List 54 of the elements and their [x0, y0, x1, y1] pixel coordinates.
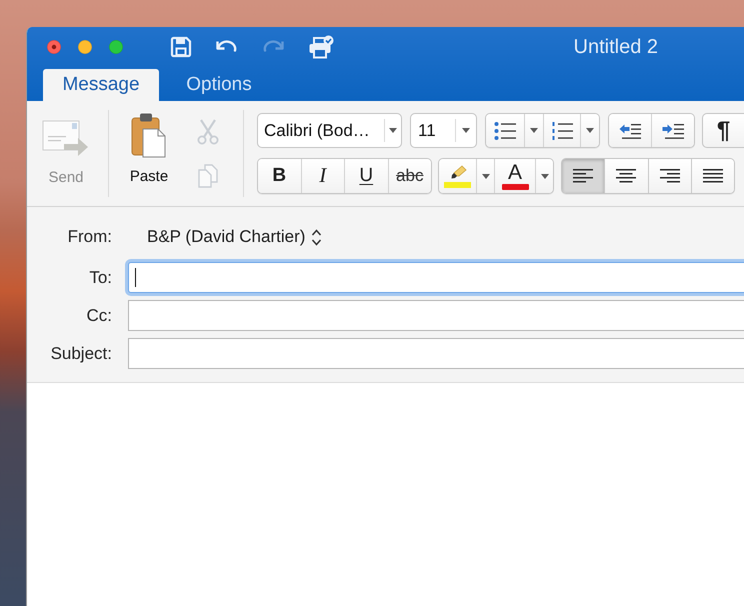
- field-label: From:: [66, 226, 112, 248]
- bullet-list-icon: [494, 122, 516, 140]
- field-label: To:: [88, 266, 112, 289]
- align-center-icon: [616, 169, 636, 183]
- printer-check-icon[interactable]: [308, 35, 334, 59]
- align-center-button[interactable]: [604, 159, 648, 193]
- field-label: Subject:: [50, 342, 112, 365]
- align-left-button[interactable]: [562, 159, 604, 193]
- input-field[interactable]: [128, 300, 744, 331]
- align-right-button[interactable]: [648, 159, 691, 193]
- field-label: Cc:: [86, 304, 112, 327]
- up-down-chevron-icon: [311, 228, 322, 246]
- decrease-indent-button[interactable]: [609, 114, 651, 147]
- align-justify-button[interactable]: [690, 159, 734, 193]
- input-field[interactable]: [128, 262, 744, 293]
- increase-indent-button[interactable]: [651, 114, 694, 147]
- decrease-indent-icon: [618, 122, 642, 140]
- font-color-button[interactable]: A: [494, 159, 535, 193]
- caret-icon: [462, 128, 470, 133]
- align-justify-icon: [702, 169, 723, 183]
- strikethrough-button[interactable]: abc: [388, 159, 431, 193]
- underline-button[interactable]: U: [344, 159, 388, 193]
- font-size-dropdown[interactable]: 11: [410, 113, 477, 148]
- ribbon-tab[interactable]: Options: [161, 69, 277, 101]
- close-icon[interactable]: [47, 40, 61, 54]
- caret-icon: [389, 128, 397, 133]
- input-field[interactable]: [128, 338, 744, 369]
- envelope-arrow-icon: [42, 119, 90, 159]
- caret-icon: [540, 174, 548, 178]
- caret-icon: [482, 174, 490, 178]
- align-left-icon: [573, 169, 594, 183]
- show-formatting-button[interactable]: ¶: [702, 113, 744, 148]
- align-right-icon: [660, 169, 680, 183]
- dropdown-button[interactable]: [524, 114, 542, 147]
- minimize-icon[interactable]: [78, 40, 92, 54]
- bullet-list-button[interactable]: [486, 114, 524, 147]
- caret-icon: [530, 128, 538, 133]
- dropdown-button[interactable]: [535, 159, 553, 193]
- font-name-dropdown[interactable]: Calibri (Bod…: [257, 113, 402, 148]
- window-title: Untitled 2: [574, 35, 658, 60]
- from-account-selector[interactable]: B&P (David Chartier): [147, 224, 322, 250]
- caret-icon: [586, 128, 594, 133]
- ribbon-tab[interactable]: Message: [43, 69, 159, 101]
- maximize-icon[interactable]: [109, 40, 123, 54]
- increase-indent-icon: [662, 122, 684, 140]
- dropdown-button[interactable]: [476, 159, 494, 193]
- list-icon: [550, 122, 573, 140]
- clipboard-icon: [131, 112, 167, 158]
- text-cursor-icon: [135, 268, 136, 287]
- bold-button[interactable]: B: [258, 159, 300, 193]
- dropdown-button[interactable]: [580, 114, 599, 147]
- italic-button[interactable]: I: [300, 159, 344, 193]
- paste-button[interactable]: Paste: [127, 101, 171, 206]
- list-button[interactable]: [542, 114, 580, 147]
